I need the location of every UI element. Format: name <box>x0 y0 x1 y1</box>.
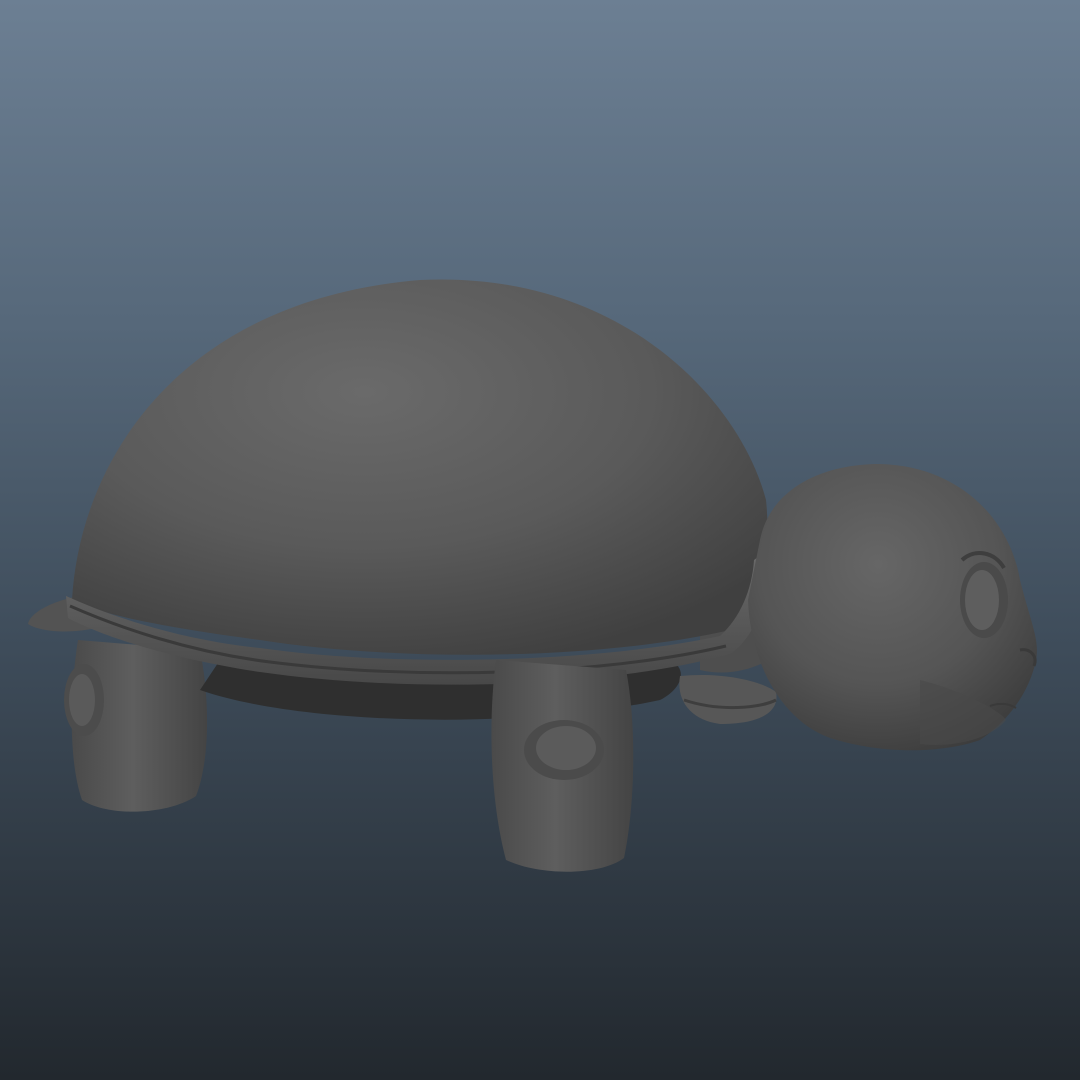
turtle-model[interactable] <box>0 0 1080 1080</box>
front-leg <box>491 660 634 872</box>
head <box>748 464 1037 751</box>
shell-dome <box>72 279 768 655</box>
front-arm <box>679 674 777 724</box>
3d-viewport[interactable] <box>0 0 1080 1080</box>
back-leg <box>64 640 208 812</box>
